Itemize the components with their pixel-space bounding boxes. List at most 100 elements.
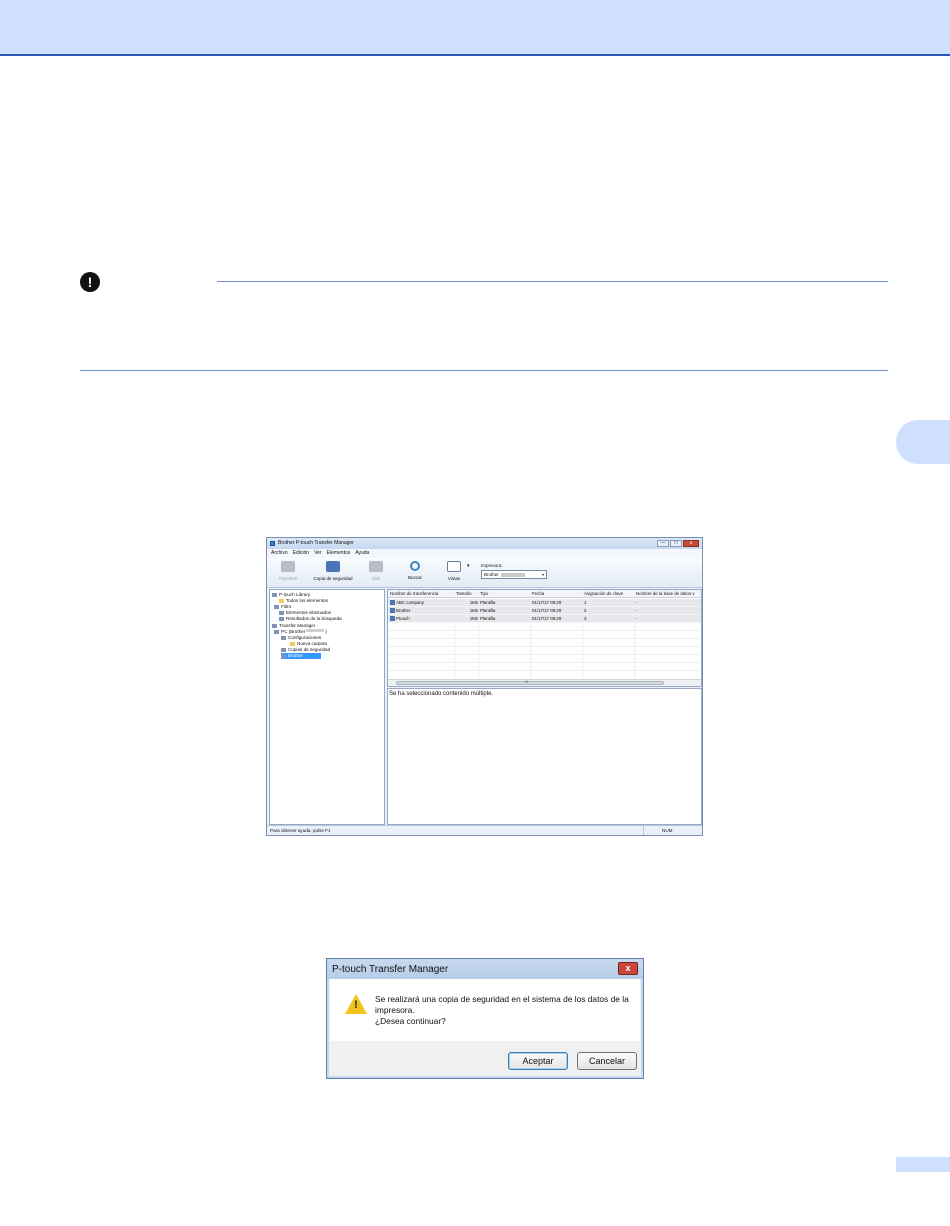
redacted-model: [306, 629, 325, 632]
printer-value: Brother: [484, 572, 499, 577]
magnifier-icon: [410, 561, 420, 571]
backup-label: Copia de seguridad: [313, 576, 353, 581]
grid-line: [388, 662, 701, 663]
library-icon: [272, 593, 277, 597]
template-icon: [390, 616, 395, 621]
printer-select[interactable]: Brother ▾: [481, 570, 547, 579]
toolbar: Transferir Copia de seguridad Abrir Busc…: [267, 558, 702, 588]
list-header: Nombre de transferencia Tamaño Tipo Fech…: [388, 590, 701, 598]
warning-mark: !: [354, 999, 358, 1011]
col-date[interactable]: Fecha: [532, 590, 582, 597]
printer-icon: [281, 654, 286, 658]
views-icon: [447, 561, 461, 572]
search-icon: [279, 617, 284, 621]
menu-elementos[interactable]: Elementos: [327, 549, 351, 558]
dialog-message: Se realizará una copia de seguridad en e…: [375, 994, 635, 1027]
cell-database: -: [636, 616, 638, 621]
grid-line: [388, 646, 701, 647]
window-titlebar: Brother P-touch Transfer Manager — □ x: [267, 538, 702, 549]
backup-button[interactable]: Copia de seguridad: [309, 561, 357, 581]
minimize-button[interactable]: —: [657, 540, 669, 547]
chevron-down-icon: ▾: [541, 572, 544, 577]
tree-device-selected[interactable]: Brother: [281, 653, 322, 659]
config-icon: [281, 636, 286, 640]
cancel-button[interactable]: Cancelar: [577, 1052, 637, 1070]
folder-icon: [279, 599, 284, 603]
table-row[interactable]: Brother 1KB Plantilla 01/17/17 09:29 2 -: [388, 607, 701, 615]
note-bottom-rule: [80, 370, 888, 371]
note-top-rule: [217, 281, 888, 282]
menu-ayuda[interactable]: Ayuda: [355, 549, 369, 558]
menu-ver[interactable]: Ver: [314, 549, 322, 558]
page-number-band: [896, 1157, 950, 1172]
cell-key: 2: [584, 608, 587, 613]
dialog-titlebar: P-touch Transfer Manager x: [327, 959, 643, 979]
backup-confirm-dialog: P-touch Transfer Manager x ! Se realizar…: [326, 958, 644, 1079]
redacted-model: [500, 572, 525, 577]
maximize-button[interactable]: □: [670, 540, 682, 547]
window-controls: — □ x: [657, 540, 699, 547]
grid-line: [388, 670, 701, 671]
menu-archivo[interactable]: Archivo: [271, 549, 288, 558]
status-bar: Para obtener ayuda, pulse F1 NUM: [267, 825, 702, 835]
grid-line: [388, 630, 701, 631]
views-button[interactable]: Vistas: [441, 561, 467, 581]
cell-type: Plantilla: [480, 608, 496, 613]
search-label: Buscar: [407, 575, 422, 580]
important-note-icon: !: [80, 272, 100, 292]
col-name[interactable]: Nombre de transferencia: [390, 590, 454, 597]
cell-database: -: [636, 608, 638, 613]
transfer-button[interactable]: Transferir: [273, 561, 303, 581]
template-icon: [390, 608, 395, 613]
scroll-grip: III: [525, 680, 528, 684]
grid-line: [388, 638, 701, 639]
dialog-close-button[interactable]: x: [618, 962, 638, 975]
chapter-tab: [896, 420, 950, 464]
cell-date: 01/17/17 09:29: [532, 616, 562, 621]
status-help: Para obtener ayuda, pulse F1: [270, 828, 331, 833]
search-button[interactable]: Buscar: [403, 561, 427, 580]
cell-size: 1KB: [469, 616, 478, 621]
cell-database: -: [636, 600, 638, 605]
cell-size: 1KB: [469, 608, 478, 613]
cell-name: Brother: [396, 608, 411, 613]
message-line: ¿Desea continuar?: [375, 1016, 446, 1026]
backup-folder-icon: [281, 648, 286, 652]
menu-edicion[interactable]: Edición: [293, 549, 309, 558]
menu-bar: Archivo Edición Ver Elementos Ayuda: [267, 549, 702, 558]
folder-tree: P-touch Library Todos los elementos Filt…: [269, 589, 385, 825]
col-type[interactable]: Tipo: [480, 590, 530, 597]
open-label: Abrir: [371, 576, 381, 581]
trash-icon: [279, 611, 284, 615]
close-button[interactable]: x: [683, 540, 699, 547]
cell-size: 1KB: [469, 600, 478, 605]
header-band: [0, 0, 950, 56]
col-size[interactable]: Tamaño: [456, 590, 480, 597]
cell-key: 1: [584, 600, 587, 605]
dialog-body: ! Se realizará una copia de seguridad en…: [330, 979, 640, 1041]
views-label: Vistas: [447, 576, 461, 581]
grid-line: [388, 654, 701, 655]
printer-icon: [281, 561, 295, 572]
backup-icon: [326, 561, 340, 572]
printer-label: Impresora:: [481, 563, 503, 568]
message-line: Se realizará una copia de seguridad en e…: [375, 994, 629, 1004]
transfer-label: Transferir: [278, 576, 298, 581]
open-button[interactable]: Abrir: [363, 561, 389, 581]
dialog-title: P-touch Transfer Manager: [332, 964, 449, 975]
cell-type: Plantilla: [480, 616, 496, 621]
col-key[interactable]: Asignación de clave: [584, 590, 634, 597]
views-dropdown-arrow[interactable]: ▾: [467, 563, 470, 569]
scroll-thumb[interactable]: III: [396, 680, 664, 685]
message-line: impresora.: [375, 1005, 415, 1015]
preview-pane: Se ha seleccionado contenido múltiple.: [387, 688, 702, 825]
transfer-manager-window: Brother P-touch Transfer Manager — □ x A…: [266, 537, 703, 836]
table-row[interactable]: Ptouch 1KB Plantilla 01/17/17 09:29 3 -: [388, 615, 701, 623]
horizontal-scrollbar[interactable]: III: [388, 679, 701, 686]
table-row[interactable]: ABC company 1KB Plantilla 01/17/17 09:29…: [388, 599, 701, 607]
col-database[interactable]: Nombre de la base de datos v: [636, 590, 701, 597]
accept-button[interactable]: Aceptar: [508, 1052, 568, 1070]
tree-search-results[interactable]: Resultados de la búsqueda: [279, 616, 342, 622]
transfer-icon: [272, 624, 277, 628]
cell-date: 01/17/17 09:29: [532, 608, 562, 613]
